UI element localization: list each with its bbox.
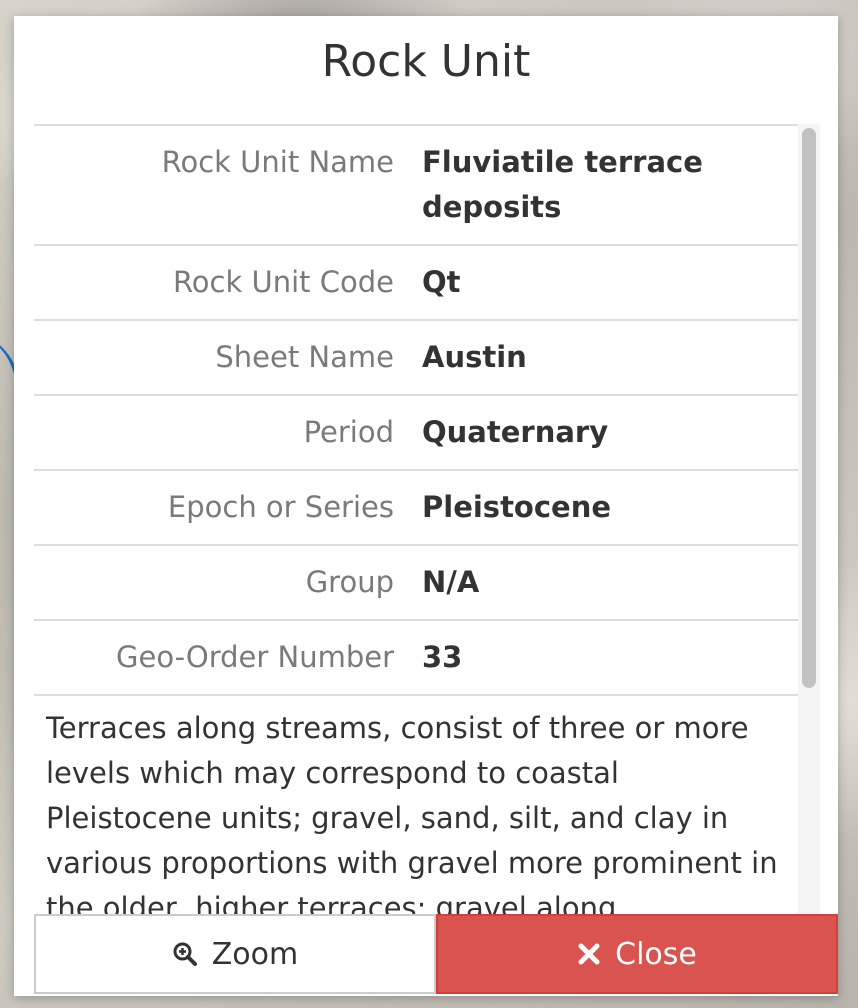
row-value: Quaternary bbox=[422, 415, 609, 449]
row-value: Qt bbox=[422, 265, 461, 299]
table-row: Epoch or Series Pleistocene bbox=[34, 470, 798, 545]
table-row: Group N/A bbox=[34, 545, 798, 620]
row-value: Pleistocene bbox=[422, 490, 612, 524]
modal-footer: Zoom Close bbox=[34, 914, 838, 994]
row-value: N/A bbox=[422, 565, 480, 599]
zoom-button[interactable]: Zoom bbox=[34, 914, 436, 994]
modal-scroll-content: Rock Unit Name Fluviatile terrace deposi… bbox=[34, 124, 798, 914]
table-row: Rock Unit Code Qt bbox=[34, 245, 798, 320]
row-label: Period bbox=[303, 415, 394, 449]
scrollbar-thumb[interactable] bbox=[802, 128, 816, 688]
zoom-in-icon bbox=[172, 941, 198, 967]
rock-unit-description: Terraces along streams, consist of three… bbox=[46, 711, 778, 914]
row-value: Fluviatile terrace deposits bbox=[422, 145, 703, 224]
table-row: Sheet Name Austin bbox=[34, 320, 798, 395]
modal-title: Rock Unit bbox=[321, 36, 531, 87]
table-row: Rock Unit Name Fluviatile terrace deposi… bbox=[34, 125, 798, 245]
row-label: Geo-Order Number bbox=[116, 640, 394, 674]
row-value: Austin bbox=[422, 340, 527, 374]
scrollbar[interactable] bbox=[798, 124, 820, 914]
row-value: 33 bbox=[422, 640, 463, 674]
row-label: Rock Unit Code bbox=[172, 265, 394, 299]
table-row: Geo-Order Number 33 bbox=[34, 620, 798, 695]
row-label: Sheet Name bbox=[215, 340, 394, 374]
row-label: Rock Unit Name bbox=[161, 145, 394, 179]
row-label: Epoch or Series bbox=[167, 490, 394, 524]
close-button[interactable]: Close bbox=[436, 914, 838, 994]
close-button-label: Close bbox=[615, 936, 697, 972]
modal-body[interactable]: Rock Unit Name Fluviatile terrace deposi… bbox=[34, 124, 820, 914]
row-label: Group bbox=[305, 565, 394, 599]
close-icon bbox=[577, 942, 601, 966]
zoom-button-label: Zoom bbox=[211, 936, 299, 972]
rock-unit-info-table: Rock Unit Name Fluviatile terrace deposi… bbox=[34, 124, 798, 696]
rock-unit-modal: Rock Unit Rock Unit Name Fluviatile terr… bbox=[14, 16, 838, 996]
table-row: Period Quaternary bbox=[34, 395, 798, 470]
